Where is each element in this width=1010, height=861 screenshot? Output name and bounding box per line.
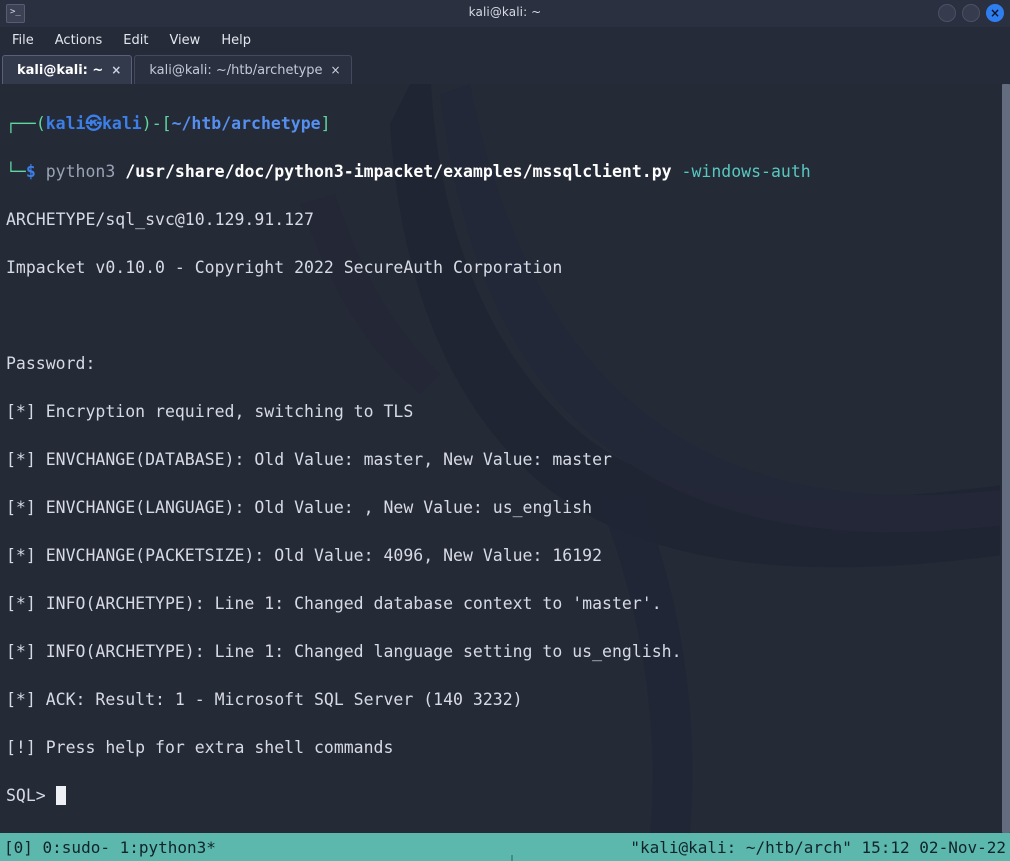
command-binary: python3 [46, 162, 116, 181]
prompt-user: kali [46, 114, 86, 133]
output-line: [*] ENVCHANGE(DATABASE): Old Value: mast… [6, 448, 1010, 472]
sql-prompt-label: SQL> [6, 786, 56, 805]
tmux-window-list[interactable]: [0] 0:sudo- 1:python3* [0, 838, 216, 857]
minimize-button[interactable] [938, 4, 956, 22]
output-line: Impacket v0.10.0 - Copyright 2022 Secure… [6, 256, 1010, 280]
terminal-text: ┌──(kali㉿kali)-[~/htb/archetype] └─$ pyt… [0, 84, 1010, 833]
title-bar: >_ kali@kali: ~ × [0, 0, 1010, 27]
prompt-bracket-open: [ [162, 114, 172, 133]
prompt-host: kali [102, 114, 142, 133]
output-line: [*] Encryption required, switching to TL… [6, 400, 1010, 424]
window-controls: × [938, 4, 1004, 22]
tmux-status-bar: [0] 0:sudo- 1:python3* "kali@kali: ~/htb… [0, 833, 1010, 861]
menu-item-file[interactable]: File [12, 33, 34, 48]
tab-bar: kali@kali: ~ × kali@kali: ~/htb/archetyp… [0, 53, 1010, 84]
tab-kali-archetype[interactable]: kali@kali: ~/htb/archetype × [134, 55, 351, 84]
prompt-dollar: $ [26, 162, 36, 181]
command-flag: -windows-auth [682, 162, 811, 181]
prompt-corner-bottom: └─ [6, 162, 26, 181]
prompt-at-icon: ㉿ [86, 114, 103, 133]
menu-item-actions[interactable]: Actions [55, 33, 103, 48]
terminal-scrollbar[interactable] [1000, 84, 1010, 833]
tmux-status-divider [511, 855, 513, 861]
prompt-dash: - [152, 114, 162, 133]
output-line: [*] INFO(ARCHETYPE): Line 1: Changed dat… [6, 592, 1010, 616]
command-line: └─$ python3 /usr/share/doc/python3-impac… [6, 160, 1010, 184]
close-button[interactable]: × [986, 4, 1004, 22]
menu-item-view[interactable]: View [169, 33, 200, 48]
tab-label: kali@kali: ~/htb/archetype [149, 63, 322, 78]
menu-item-edit[interactable]: Edit [123, 33, 148, 48]
output-line: [*] ENVCHANGE(PACKETSIZE): Old Value: 40… [6, 544, 1010, 568]
prompt-bracket-close: ] [321, 114, 331, 133]
terminal-content[interactable]: ┌──(kali㉿kali)-[~/htb/archetype] └─$ pyt… [0, 84, 1010, 833]
close-icon: × [986, 4, 1004, 22]
tab-close-icon[interactable]: × [111, 64, 121, 76]
scrollbar-thumb[interactable] [1002, 84, 1010, 833]
output-line: [*] ENVCHANGE(LANGUAGE): Old Value: , Ne… [6, 496, 1010, 520]
window-title: kali@kali: ~ [0, 5, 1010, 19]
tmux-session-info: "kali@kali: ~/htb/arch" 15:12 02-Nov-22 [630, 838, 1006, 857]
output-line: [!] Press help for extra shell commands [6, 736, 1010, 760]
sql-prompt-line: SQL> [6, 784, 1010, 808]
menu-bar: File Actions Edit View Help [0, 27, 1010, 53]
output-line: [*] ACK: Result: 1 - Microsoft SQL Serve… [6, 688, 1010, 712]
menu-item-help[interactable]: Help [221, 33, 251, 48]
command-script: /usr/share/doc/python3-impacket/examples… [125, 162, 671, 181]
tab-close-icon[interactable]: × [331, 64, 341, 76]
prompt-line-top: ┌──(kali㉿kali)-[~/htb/archetype] [6, 112, 1010, 136]
text-cursor[interactable] [56, 786, 66, 805]
output-line-blank [6, 304, 1010, 328]
prompt-path: ~/htb/archetype [172, 114, 321, 133]
prompt-corner-top: ┌── [6, 114, 36, 133]
tab-label: kali@kali: ~ [17, 63, 103, 78]
output-line: Password: [6, 352, 1010, 376]
terminal-window: >_ kali@kali: ~ × File Actions Edit View… [0, 0, 1010, 861]
output-line: ARCHETYPE/sql_svc@10.129.91.127 [6, 208, 1010, 232]
output-line: [*] INFO(ARCHETYPE): Line 1: Changed lan… [6, 640, 1010, 664]
prompt-paren-open: ( [36, 114, 46, 133]
tab-kali-home[interactable]: kali@kali: ~ × [2, 55, 132, 84]
maximize-button[interactable] [962, 4, 980, 22]
prompt-paren-close: ) [142, 114, 152, 133]
